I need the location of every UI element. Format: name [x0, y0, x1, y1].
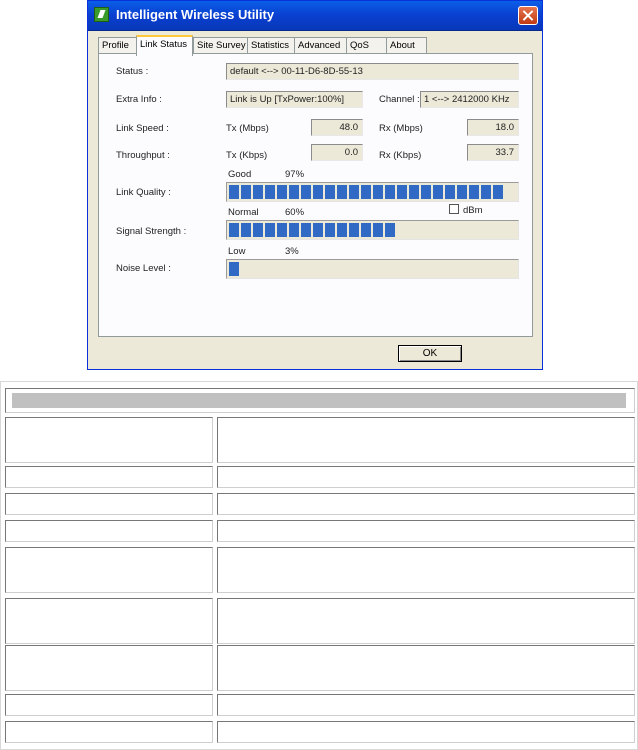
table-cell-description — [217, 466, 635, 488]
extra-info-label: Extra Info : — [116, 94, 162, 105]
tab-qos[interactable]: QoS — [346, 37, 387, 54]
link-status-panel: Status : default <--> 00-11-D6-8D-55-13 … — [98, 53, 533, 337]
noise-level-meter — [226, 259, 519, 279]
table-cell-label — [5, 466, 213, 488]
table-cell-label — [5, 417, 213, 463]
table-cell-description — [217, 598, 635, 644]
rx-mbps-label: Rx (Mbps) — [379, 123, 423, 134]
table-cell-description — [217, 520, 635, 542]
noise-level-bar — [229, 262, 239, 276]
link-quality-text: Good — [228, 169, 252, 180]
tx-mbps-label: Tx (Mbps) — [226, 123, 269, 134]
tab-statistics[interactable]: Statistics — [247, 37, 296, 54]
ok-button[interactable]: OK — [398, 345, 462, 362]
table-cell-description — [217, 417, 635, 463]
app-icon — [94, 7, 109, 22]
tx-kbps-label: Tx (Kbps) — [226, 150, 268, 161]
link-quality-meter — [226, 182, 519, 202]
tab-about[interactable]: About — [386, 37, 427, 54]
table-cell-description — [217, 645, 635, 691]
table-cell-label — [5, 520, 213, 542]
tx-kbps-field: 0.0 — [311, 144, 363, 161]
link-speed-label: Link Speed : — [116, 123, 169, 134]
title-bar[interactable]: Intelligent Wireless Utility — [88, 1, 542, 31]
noise-level-percent: 3% — [285, 246, 299, 257]
link-quality-percent: 97% — [285, 169, 305, 180]
rx-mbps-field: 18.0 — [467, 119, 519, 136]
table-cell-label — [5, 645, 213, 691]
tab-advanced[interactable]: Advanced — [294, 37, 349, 54]
channel-label: Channel : — [379, 94, 420, 105]
table-cell-description — [217, 721, 635, 743]
status-label: Status : — [116, 66, 149, 77]
table-cell-label — [5, 694, 213, 716]
dbm-label: dBm — [463, 205, 483, 216]
table-cell-label — [5, 598, 213, 644]
window-title: Intelligent Wireless Utility — [116, 7, 275, 22]
throughput-label: Throughput : — [116, 150, 170, 161]
wireless-utility-window: Intelligent Wireless Utility Profile Lin… — [87, 0, 543, 370]
table-header — [5, 388, 635, 413]
close-button[interactable] — [518, 6, 538, 25]
channel-field: 1 <--> 2412000 KHz — [420, 91, 519, 108]
signal-strength-text: Normal — [228, 207, 259, 218]
noise-level-text: Low — [228, 246, 246, 257]
table-cell-label — [5, 721, 213, 743]
description-table — [0, 381, 638, 750]
signal-strength-bar — [229, 223, 395, 237]
tx-mbps-field: 48.0 — [311, 119, 363, 136]
link-quality-bar — [229, 185, 503, 199]
table-cell-description — [217, 694, 635, 716]
tab-profile[interactable]: Profile — [98, 37, 137, 54]
table-cell-label — [5, 547, 213, 593]
table-cell-description — [217, 493, 635, 515]
signal-strength-meter — [226, 220, 519, 240]
noise-level-label: Noise Level : — [116, 263, 171, 274]
tab-link-status[interactable]: Link Status — [136, 35, 193, 56]
table-cell-label — [5, 493, 213, 515]
link-quality-label: Link Quality : — [116, 187, 171, 198]
tab-site-survey[interactable]: Site Survey — [193, 37, 249, 54]
signal-strength-percent: 60% — [285, 207, 305, 218]
table-header-fill — [12, 393, 626, 408]
status-field: default <--> 00-11-D6-8D-55-13 — [226, 63, 519, 80]
rx-kbps-label: Rx (Kbps) — [379, 150, 422, 161]
table-cell-description — [217, 547, 635, 593]
extra-info-field: Link is Up [TxPower:100%] — [226, 91, 363, 108]
rx-kbps-field: 33.7 — [467, 144, 519, 161]
signal-strength-label: Signal Strength : — [116, 226, 187, 237]
dbm-checkbox[interactable] — [449, 204, 459, 214]
